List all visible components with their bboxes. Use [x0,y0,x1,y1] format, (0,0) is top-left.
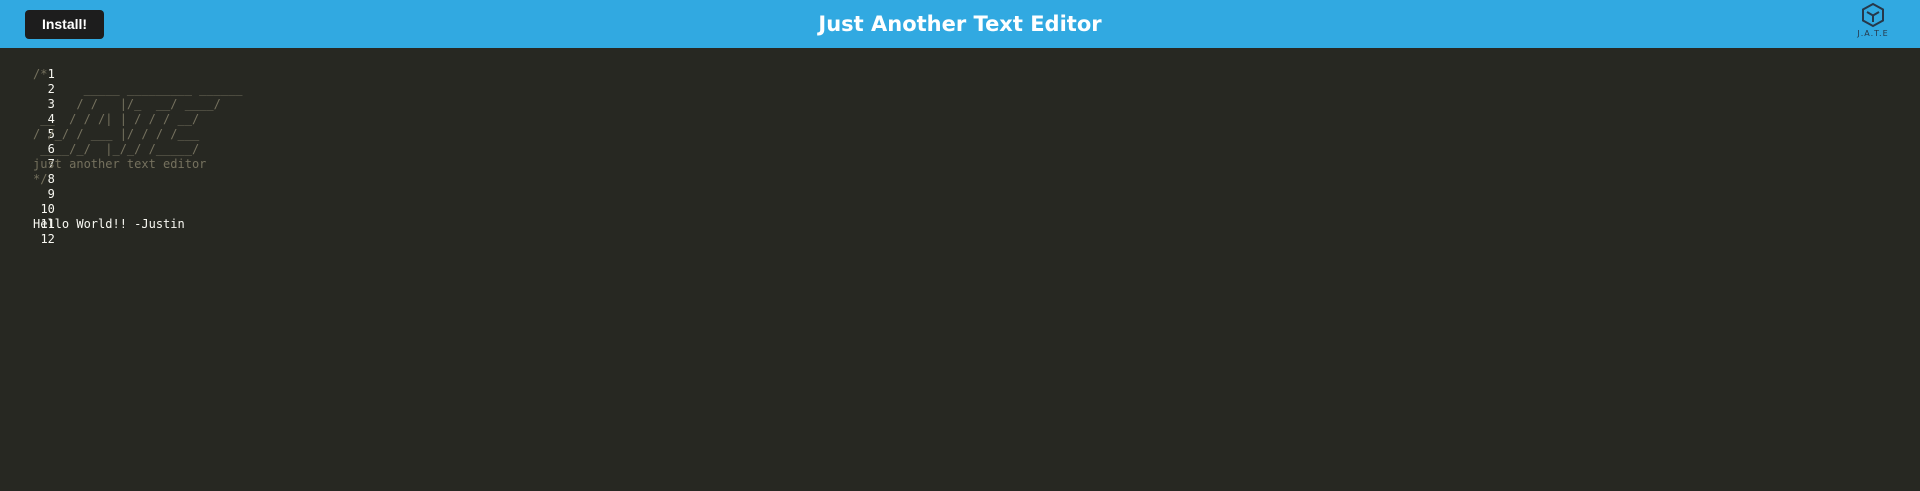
line-text[interactable]: Hello World!! -Justin [33,217,185,232]
jate-logo: J.A.T.E [1853,2,1893,38]
line-text[interactable]: / /_/ / ___ |/ / / /___ [33,127,199,142]
editor-line[interactable]: 12 Hello World!! -Justin [0,217,185,246]
app-title: Just Another Text Editor [818,12,1102,36]
line-text[interactable]: just another text editor [33,157,206,172]
line-text[interactable]: ____/_/ |_/_/ /_____/ [33,142,199,157]
editor-line[interactable]: 10 [0,187,54,216]
editor-line[interactable]: 4 / / |/_ __/ ____/ [0,97,221,126]
editor-line[interactable]: 6 / /_/ / ___ |/ / / /___ [0,127,199,156]
line-text[interactable]: / / |/_ __/ ____/ [33,97,221,112]
editor-line[interactable]: 5 __ / / /| | / / / __/ [0,112,199,141]
line-text[interactable]: */ [33,172,47,187]
editor-line[interactable]: 7 ____/_/ |_/_/ /_____/ [0,142,199,171]
line-text[interactable]: _____ _________ ______ [33,82,243,97]
editor-line[interactable]: 8 just another text editor [0,157,206,186]
line-number: 12 [40,232,55,246]
editor-line[interactable]: 2 /* [0,67,55,96]
editor-line[interactable]: 3 _____ _________ ______ [0,82,243,111]
navbar: Install! Just Another Text Editor J.A.T.… [0,0,1920,48]
logo-text: J.A.T.E [1857,29,1889,38]
code-editor[interactable]: 1 2 /* 3 _____ _________ ______ 4 / / |/… [0,48,1920,491]
line-text[interactable]: /* [33,67,47,82]
editor-line[interactable]: 11 [0,202,54,231]
install-button[interactable]: Install! [25,10,104,39]
editor-line[interactable]: 9 */ [0,172,55,201]
editor-line[interactable]: 1 [0,52,55,81]
cube-logo-icon [1862,2,1884,28]
line-text[interactable]: __ / / /| | / / / __/ [33,112,199,127]
